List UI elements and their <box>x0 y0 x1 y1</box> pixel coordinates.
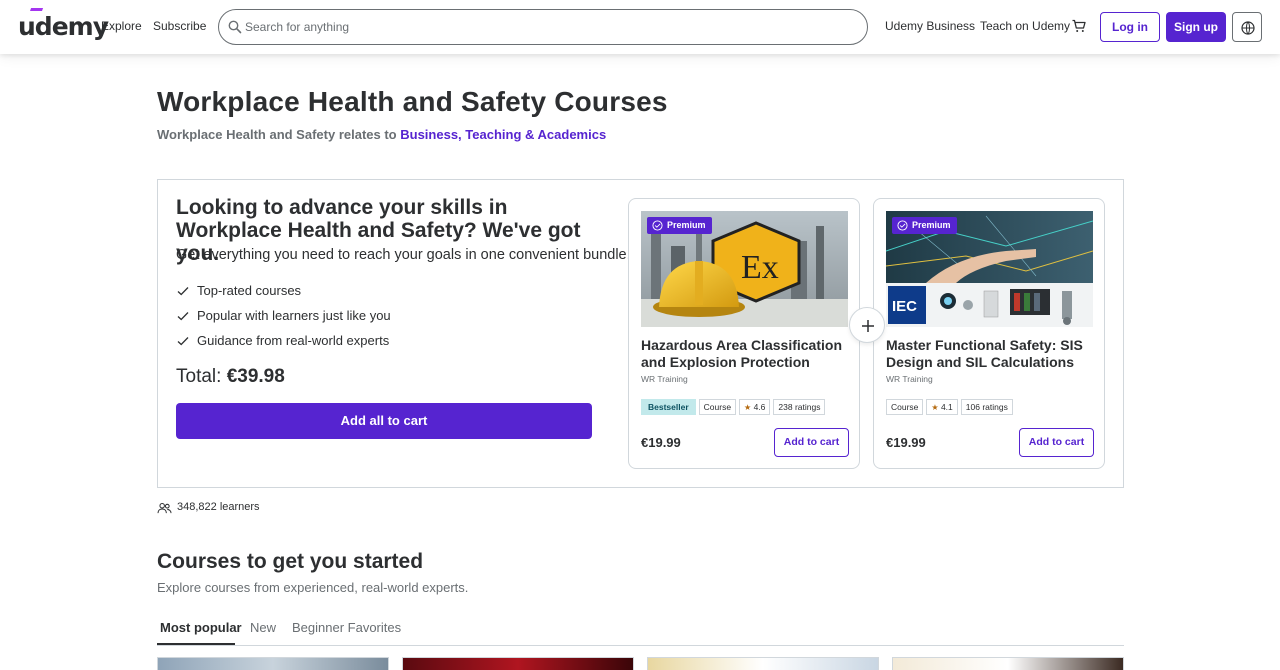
rating-tag: ★ 4.6 <box>739 399 771 415</box>
course-author: WR Training <box>641 374 688 384</box>
add-to-cart-button[interactable]: Add to cart <box>774 428 849 457</box>
svg-text:Ex: Ex <box>741 249 779 286</box>
course-thumbnail[interactable] <box>157 657 389 670</box>
teach-link[interactable]: Teach on Udemy <box>980 19 1070 33</box>
tab-new[interactable]: New <box>250 620 276 635</box>
star-icon: ★ <box>931 403 939 412</box>
premium-badge: Premium <box>892 217 957 234</box>
benefit-item: Top-rated courses <box>176 283 391 308</box>
course-price: €19.99 <box>886 435 926 450</box>
course-thumbnail[interactable] <box>402 657 634 670</box>
check-icon <box>177 312 189 321</box>
add-all-to-cart-button[interactable]: Add all to cart <box>176 403 592 439</box>
benefit-item: Guidance from real-world experts <box>176 333 391 358</box>
language-button[interactable] <box>1232 12 1262 42</box>
course-thumbnail[interactable]: IEC Premium <box>886 211 1093 327</box>
relates-to-line: Workplace Health and Safety relates to B… <box>157 127 606 142</box>
course-title[interactable]: Hazardous Area Classification and Explos… <box>641 337 851 371</box>
premium-badge: Premium <box>647 217 712 234</box>
section-title: Courses to get you started <box>157 550 424 573</box>
course-type-tag: Course <box>698 399 737 415</box>
course-title[interactable]: Master Functional Safety: SIS Design and… <box>886 337 1096 371</box>
bundle-subheading: Get everything you need to reach your go… <box>176 247 631 263</box>
check-icon <box>177 337 189 346</box>
benefit-label: Guidance from real-world experts <box>197 333 390 348</box>
course-tags: Bestseller Course ★ 4.6 238 ratings <box>641 399 826 415</box>
search-bar[interactable] <box>218 9 868 45</box>
section-subtitle: Explore courses from experienced, real-w… <box>157 580 469 595</box>
premium-label: Premium <box>912 220 951 230</box>
logo-hat-icon <box>28 8 44 14</box>
bundle-total: Total: €39.98 <box>176 366 285 388</box>
benefit-item: Popular with learners just like you <box>176 308 391 333</box>
search-icon[interactable] <box>227 19 243 35</box>
relates-prefix: Workplace Health and Safety relates to <box>157 127 397 142</box>
bundle-course-card[interactable]: IEC Premium Master Functional Safety: SI… <box>873 198 1105 469</box>
shopping-cart-icon[interactable] <box>1071 18 1087 34</box>
total-label: Total: <box>176 366 222 387</box>
rating-value: 4.1 <box>940 402 953 412</box>
course-type-tag: Course <box>886 399 924 415</box>
udemy-business-link[interactable]: Udemy Business <box>885 19 975 33</box>
signup-button[interactable]: Sign up <box>1166 12 1226 42</box>
course-thumbnail[interactable] <box>892 657 1124 670</box>
learners-text: 348,822 learners <box>177 501 260 513</box>
top-navbar: udemy Explore Subscribe Udemy Business T… <box>0 0 1280 54</box>
total-amount: €39.98 <box>226 366 285 387</box>
login-button[interactable]: Log in <box>1100 12 1160 42</box>
active-tab-indicator <box>157 643 235 645</box>
course-thumbnail[interactable]: Ex Premium <box>641 211 848 327</box>
premium-icon <box>897 220 908 231</box>
rating-tag: ★ 4.1 <box>926 399 958 415</box>
bundle-benefits-list: Top-rated courses Popular with learners … <box>176 283 391 358</box>
course-price: €19.99 <box>641 435 681 450</box>
svg-text:IEC: IEC <box>892 298 917 315</box>
people-icon <box>157 502 172 514</box>
premium-icon <box>652 220 663 231</box>
ratings-count-tag: 238 ratings <box>773 399 826 415</box>
udemy-logo[interactable]: udemy <box>18 8 109 41</box>
plus-icon <box>862 320 874 332</box>
explore-link[interactable]: Explore <box>101 19 142 33</box>
globe-icon <box>1241 21 1255 35</box>
star-icon: ★ <box>744 403 752 412</box>
bundle-plus <box>849 307 885 343</box>
bundle-course-card[interactable]: Ex Premium Hazardous Area Classification… <box>628 198 860 469</box>
benefit-label: Top-rated courses <box>197 283 302 298</box>
course-thumbnail[interactable] <box>647 657 879 670</box>
add-to-cart-button[interactable]: Add to cart <box>1019 428 1094 457</box>
premium-label: Premium <box>667 220 706 230</box>
course-bundle: Looking to advance your skills in Workpl… <box>157 179 1124 488</box>
logo-text: udemy <box>18 12 109 41</box>
course-author: WR Training <box>886 374 933 384</box>
bestseller-badge: Bestseller <box>641 399 696 415</box>
page-title: Workplace Health and Safety Courses <box>157 86 668 117</box>
course-tags: Course ★ 4.1 106 ratings <box>886 399 1013 415</box>
search-input[interactable] <box>245 18 845 36</box>
check-icon <box>177 287 189 296</box>
tab-most-popular[interactable]: Most popular <box>160 620 242 635</box>
benefit-label: Popular with learners just like you <box>197 308 391 323</box>
tab-beginner-favorites[interactable]: Beginner Favorites <box>292 620 401 635</box>
rating-value: 4.6 <box>753 402 766 412</box>
subscribe-link[interactable]: Subscribe <box>153 19 206 33</box>
teaching-academics-link[interactable]: Teaching & Academics <box>465 127 606 142</box>
course-tabs: Most popular New Beginner Favorites <box>157 612 1124 646</box>
business-topic-link[interactable]: Business, <box>400 127 461 142</box>
ratings-count-tag: 106 ratings <box>960 399 1013 415</box>
